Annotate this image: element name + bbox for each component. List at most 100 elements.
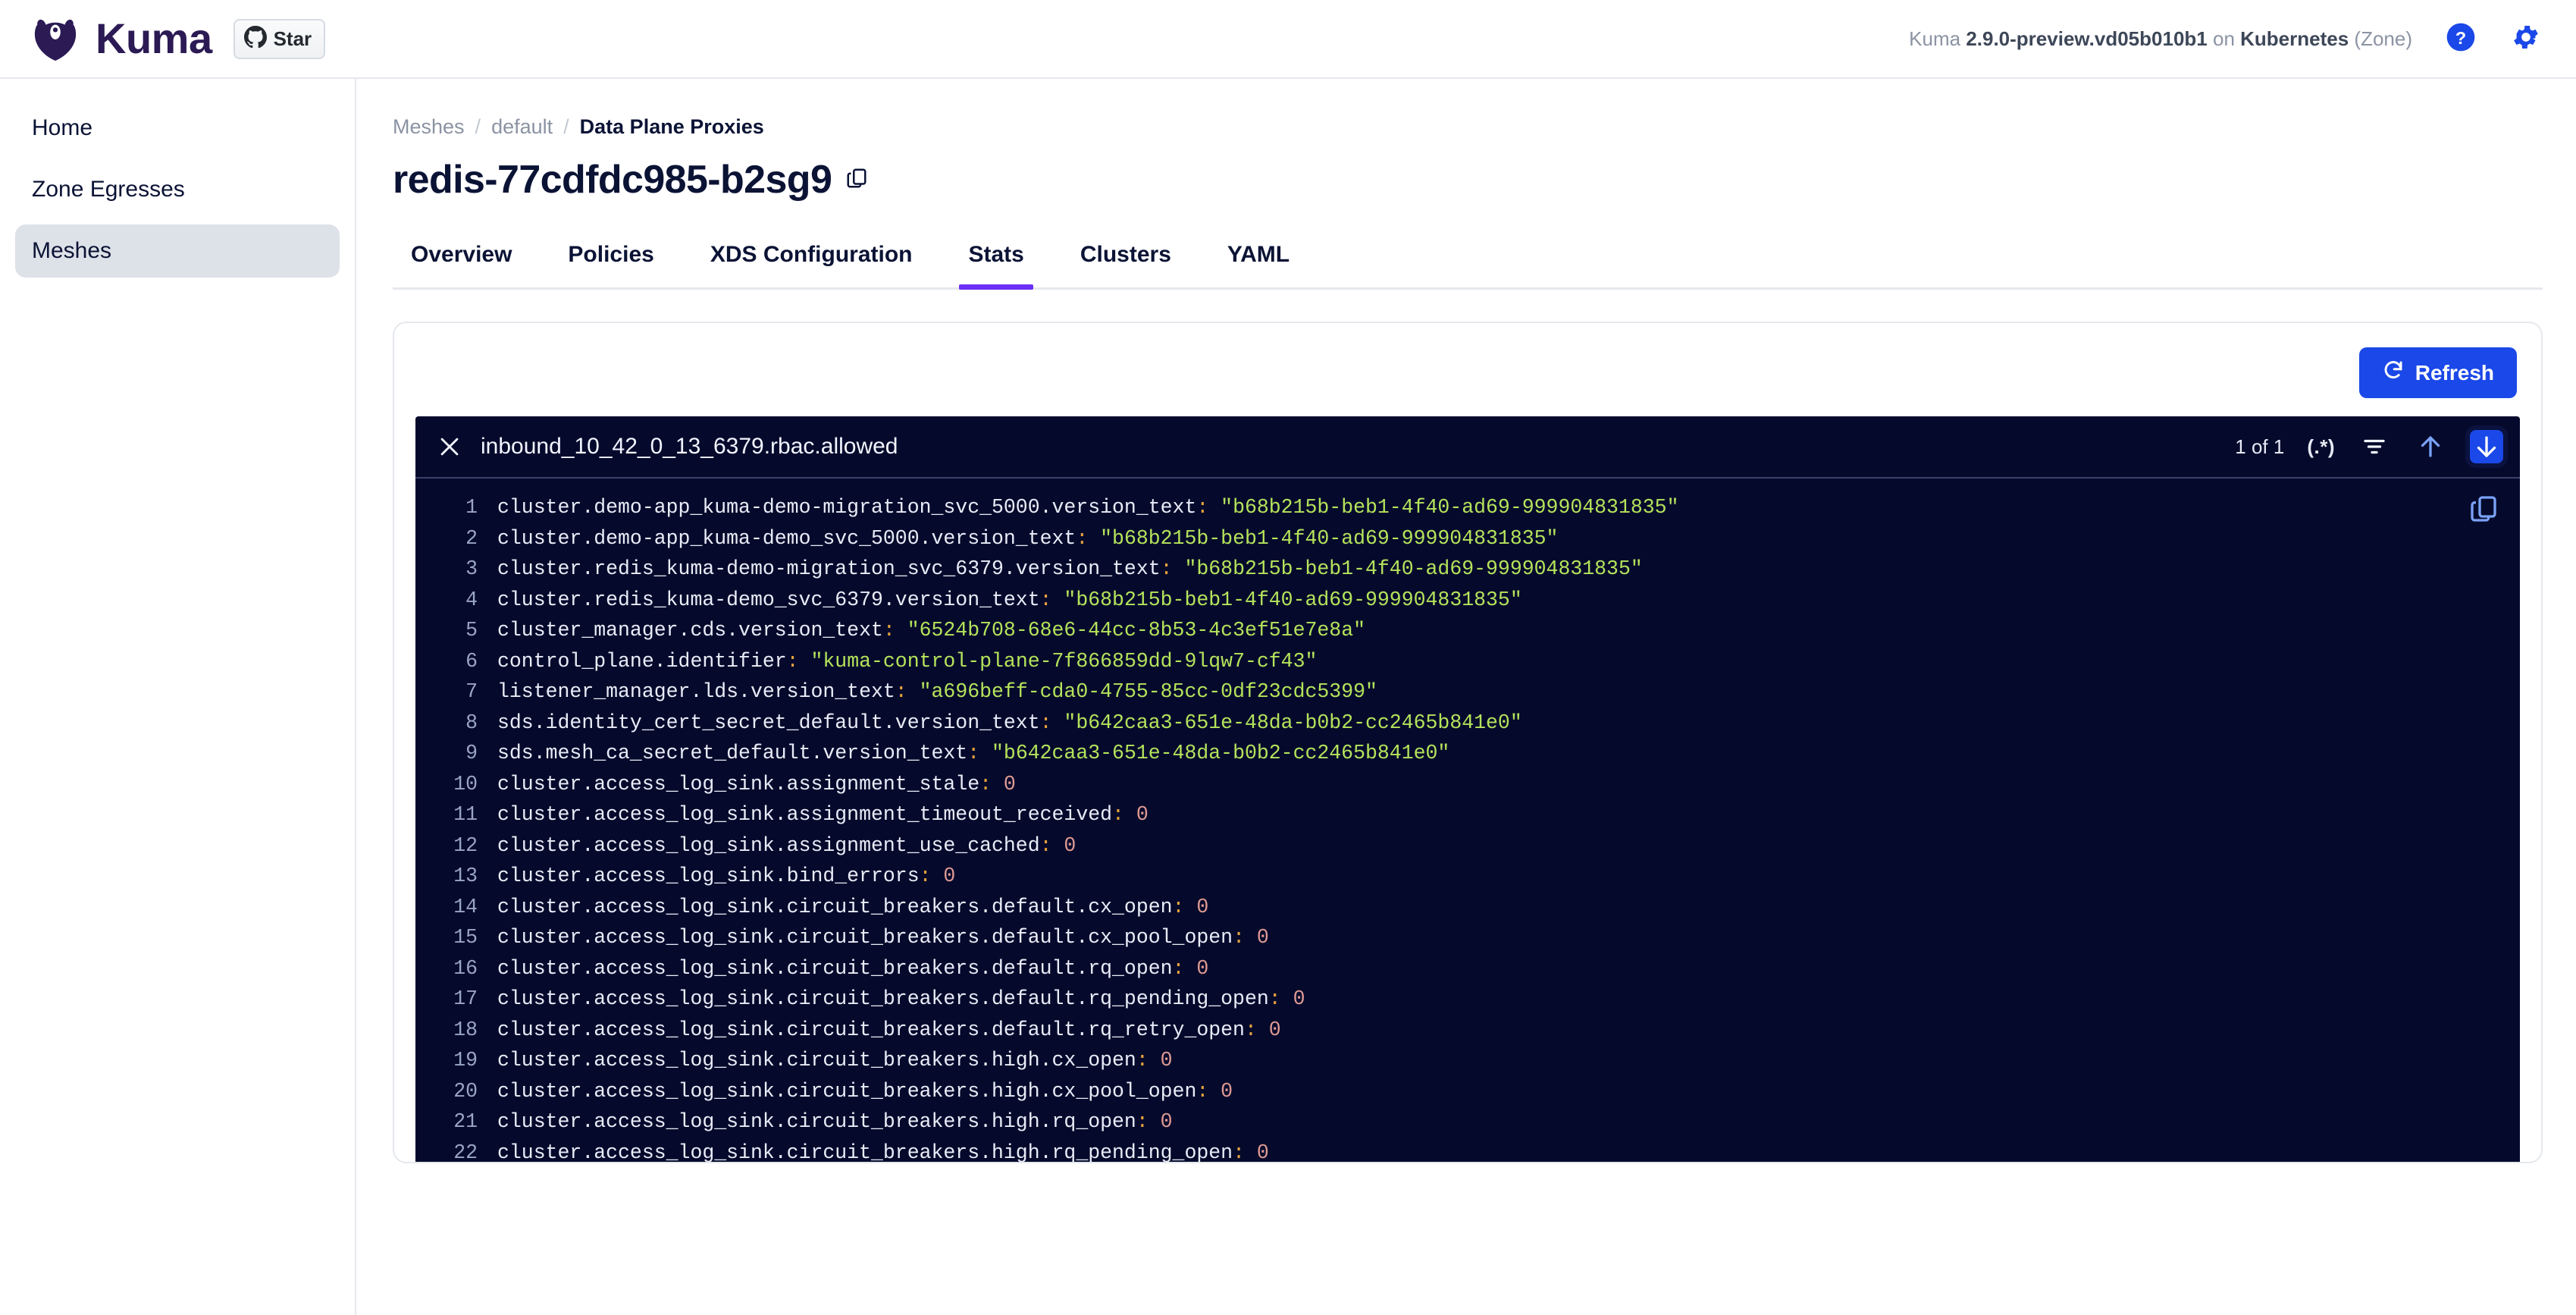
close-icon[interactable] bbox=[437, 434, 462, 460]
tab-label: Stats bbox=[968, 242, 1023, 267]
stat-value: "b68b215b-beb1-4f40-ad69-999904831835" bbox=[1052, 585, 1522, 616]
version-on: on bbox=[2213, 27, 2235, 50]
line-number: 11 bbox=[415, 799, 497, 830]
stat-value: "kuma-control-plane-7f866859dd-9lqw7-cf4… bbox=[799, 646, 1318, 677]
refresh-label: Refresh bbox=[2415, 361, 2494, 385]
sidebar-item-home[interactable]: Home bbox=[15, 102, 340, 155]
stats-card: Refresh inbound_10_42_0_13_6379.rbac.all… bbox=[393, 322, 2543, 1163]
stat-key: cluster.access_log_sink.circuit_breakers… bbox=[497, 922, 1233, 953]
stat-key: cluster.demo-app_kuma-demo-migration_svc… bbox=[497, 492, 1196, 523]
search-input[interactable]: inbound_10_42_0_13_6379.rbac.allowed bbox=[481, 434, 898, 460]
stat-value: 0 bbox=[1184, 953, 1208, 984]
stat-value: 0 bbox=[1184, 892, 1208, 923]
stat-key: cluster.access_log_sink.circuit_breakers… bbox=[497, 953, 1173, 984]
breadcrumb-separator: / bbox=[475, 115, 481, 139]
stat-key: cluster.access_log_sink.assignment_timeo… bbox=[497, 799, 1112, 830]
stat-value: "b68b215b-beb1-4f40-ad69-999904831835" bbox=[1173, 554, 1643, 585]
stat-colon: : bbox=[979, 769, 992, 800]
stat-value: "a696beff-cda0-4755-85cc-0df23cdc5399" bbox=[907, 676, 1377, 708]
stat-key: cluster.redis_kuma-demo-migration_svc_63… bbox=[497, 554, 1161, 585]
breadcrumb-item-default[interactable]: default bbox=[491, 115, 553, 139]
stat-colon: : bbox=[1196, 492, 1208, 523]
page-title-row: redis-77cdfdc985-b2sg9 bbox=[393, 157, 2543, 202]
tab-stats[interactable]: Stats bbox=[959, 234, 1033, 287]
line-number: 9 bbox=[415, 738, 497, 769]
code-line: 14cluster.access_log_sink.circuit_breake… bbox=[415, 892, 2520, 923]
github-star-label: Star bbox=[274, 27, 312, 51]
tab-policies[interactable]: Policies bbox=[559, 234, 663, 287]
stat-colon: : bbox=[1076, 523, 1088, 554]
code-content: 1cluster.demo-app_kuma-demo-migration_sv… bbox=[415, 479, 2520, 1163]
settings-button[interactable] bbox=[2509, 22, 2543, 55]
stat-value: "b68b215b-beb1-4f40-ad69-999904831835" bbox=[1088, 523, 1558, 554]
sidebar-item-meshes[interactable]: Meshes bbox=[15, 224, 340, 278]
stat-value: 0 bbox=[1257, 1015, 1281, 1046]
main-content: Meshes / default / Data Plane Proxies re… bbox=[356, 79, 2576, 1315]
github-star-button[interactable]: Star bbox=[233, 19, 326, 59]
card-toolbar: Refresh bbox=[415, 344, 2520, 416]
stat-key: cluster.redis_kuma-demo_svc_6379.version… bbox=[497, 585, 1040, 616]
sidebar-nav: Home Zone Egresses Meshes bbox=[0, 79, 356, 1315]
tab-xds-configuration[interactable]: XDS Configuration bbox=[701, 234, 922, 287]
sidebar-item-zone-egresses[interactable]: Zone Egresses bbox=[15, 163, 340, 216]
stat-colon: : bbox=[787, 646, 799, 677]
stat-key: sds.mesh_ca_secret_default.version_text bbox=[497, 738, 967, 769]
line-number: 22 bbox=[415, 1138, 497, 1164]
stat-colon: : bbox=[1196, 1076, 1208, 1107]
code-line-list: 1cluster.demo-app_kuma-demo-migration_sv… bbox=[415, 492, 2520, 1163]
line-number: 2 bbox=[415, 523, 497, 554]
code-line: 11cluster.access_log_sink.assignment_tim… bbox=[415, 799, 2520, 830]
arrow-down-icon[interactable] bbox=[2470, 430, 2503, 463]
stat-key: cluster.access_log_sink.circuit_breakers… bbox=[497, 1045, 1136, 1076]
stat-key: cluster.access_log_sink.assignment_stale bbox=[497, 769, 979, 800]
stat-value: 0 bbox=[1245, 922, 1269, 953]
regex-toggle-button[interactable]: (.*) bbox=[2307, 435, 2335, 459]
version-number: 2.9.0-preview.vd05b010b1 bbox=[1966, 27, 2207, 50]
line-number: 17 bbox=[415, 984, 497, 1015]
tab-overview[interactable]: Overview bbox=[402, 234, 521, 287]
stat-value: 0 bbox=[1281, 984, 1305, 1015]
stat-key: cluster.access_log_sink.assignment_use_c… bbox=[497, 830, 1040, 861]
stat-value: "b68b215b-beb1-4f40-ad69-999904831835" bbox=[1208, 492, 1678, 523]
stat-value: 0 bbox=[1052, 830, 1076, 861]
brand-logo-group[interactable]: Kuma bbox=[32, 15, 212, 62]
code-line: 8sds.identity_cert_secret_default.versio… bbox=[415, 708, 2520, 739]
tab-label: Policies bbox=[568, 242, 653, 267]
code-line: 13cluster.access_log_sink.bind_errors: 0 bbox=[415, 861, 2520, 892]
tab-yaml[interactable]: YAML bbox=[1218, 234, 1299, 287]
version-environment: Kubernetes bbox=[2240, 27, 2349, 50]
search-controls: 1 of 1 (.*) bbox=[2235, 430, 2503, 463]
copy-title-icon[interactable] bbox=[845, 167, 868, 193]
copy-code-icon[interactable] bbox=[2468, 494, 2502, 527]
stat-colon: : bbox=[883, 615, 895, 646]
tab-clusters[interactable]: Clusters bbox=[1071, 234, 1180, 287]
stat-value: 0 bbox=[1149, 1045, 1173, 1076]
stat-value: 0 bbox=[1245, 1138, 1269, 1164]
filter-icon[interactable] bbox=[2358, 430, 2391, 463]
detail-tabs: Overview Policies XDS Configuration Stat… bbox=[393, 234, 2543, 290]
line-number: 3 bbox=[415, 554, 497, 585]
breadcrumb-item-data-plane-proxies: Data Plane Proxies bbox=[580, 115, 764, 139]
code-line: 2cluster.demo-app_kuma-demo_svc_5000.ver… bbox=[415, 523, 2520, 554]
refresh-button[interactable]: Refresh bbox=[2359, 347, 2517, 398]
arrow-up-icon[interactable] bbox=[2414, 430, 2447, 463]
stat-value: 0 bbox=[932, 861, 956, 892]
code-line: 10cluster.access_log_sink.assignment_sta… bbox=[415, 769, 2520, 800]
stat-colon: : bbox=[1173, 892, 1185, 923]
stat-colon: : bbox=[1245, 1015, 1257, 1046]
breadcrumb-item-meshes[interactable]: Meshes bbox=[393, 115, 465, 139]
refresh-icon bbox=[2382, 359, 2405, 387]
line-number: 12 bbox=[415, 830, 497, 861]
gear-icon bbox=[2511, 22, 2541, 56]
line-number: 16 bbox=[415, 953, 497, 984]
stat-value: 0 bbox=[1149, 1106, 1173, 1138]
line-number: 19 bbox=[415, 1045, 497, 1076]
stats-code-panel: inbound_10_42_0_13_6379.rbac.allowed 1 o… bbox=[415, 416, 2520, 1163]
tab-label: Overview bbox=[411, 242, 512, 267]
help-button[interactable]: ? bbox=[2444, 22, 2477, 55]
code-line: 4cluster.redis_kuma-demo_svc_6379.versio… bbox=[415, 585, 2520, 616]
stat-key: sds.identity_cert_secret_default.version… bbox=[497, 708, 1040, 739]
stat-key: cluster.access_log_sink.circuit_breakers… bbox=[497, 1138, 1233, 1164]
header-right-group: Kuma 2.9.0-preview.vd05b010b1 on Kuberne… bbox=[1909, 22, 2543, 55]
stat-value: "b642caa3-651e-48da-b0b2-cc2465b841e0" bbox=[1052, 708, 1522, 739]
